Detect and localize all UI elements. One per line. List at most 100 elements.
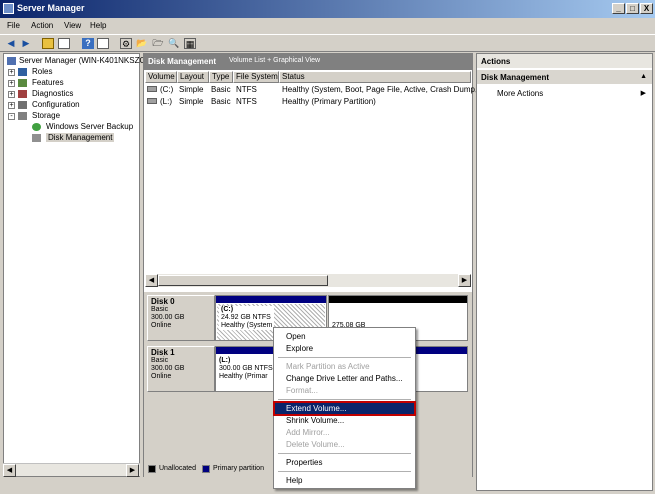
partition-info: (L:) 300.00 GB NTFS Healthy (Primar [219,357,273,381]
tree-root[interactable]: Server Manager (WIN-K401NKSZC [19,56,145,65]
tree-item-diagnostics[interactable]: Diagnostics [32,89,73,98]
tree-item-storage[interactable]: Storage [32,111,60,120]
help-icon[interactable]: ? [82,38,94,49]
actions-pane: Actions Disk Management ▲ More Actions ▶ [476,53,653,491]
file-system-cell: NTFS [236,85,257,94]
menu-item-explore[interactable]: Explore [275,343,414,354]
scroll-left-button[interactable]: ◀ [3,464,16,477]
unallocated-swatch [148,465,156,473]
column-header-layout[interactable]: Layout [177,71,209,83]
partition-status: Healthy (Primar [219,373,268,380]
column-header-status[interactable]: Status [279,71,471,83]
expand-features-button[interactable]: + [8,80,15,87]
volume-cell: (L:) [160,97,172,106]
menu-item-add-mirror: Add Mirror... [286,428,330,437]
storage-icon [18,112,27,120]
menu-action[interactable]: Action [31,21,53,30]
menu-item-mark-active: Mark Partition as Active [286,362,370,371]
menu-item-properties[interactable]: Properties [275,457,414,468]
scroll-right-button[interactable]: ▶ [458,274,471,287]
table-row[interactable]: (C:) Simple Basic NTFS Healthy (System, … [144,84,477,95]
expand-configuration-button[interactable]: + [8,102,15,109]
unallocated-bar [329,296,467,303]
partition-info: (C:) 24.92 GB NTFS Healthy (System [219,306,275,330]
minimize-button[interactable]: _ [612,3,625,14]
properties-icon[interactable] [97,38,109,49]
partition-name: (C:) [221,306,234,313]
disk-state: Online [151,373,172,380]
configuration-icon [18,101,27,109]
disk-1-label[interactable]: Disk 1 Basic 300.00 GB Online [147,346,215,392]
features-icon [18,79,27,87]
disk-0-label[interactable]: Disk 0 Basic 300.00 GB Online [147,295,215,341]
expand-roles-button[interactable]: + [8,69,15,76]
up-folder-icon[interactable] [42,38,54,49]
diagnostics-icon [18,90,27,98]
status-cell: Healthy (System, Boot, Page File, Active… [282,85,478,94]
close-button[interactable]: X [640,3,653,14]
column-header-volume[interactable]: Volume [145,71,177,83]
partition-size: 24.92 GB NTFS [221,314,271,321]
layout-cell: Simple [179,97,204,106]
volume-list-scrollbar[interactable]: ◀ ▶ [145,274,471,287]
menu-help[interactable]: Help [90,21,106,30]
back-arrow-icon[interactable]: ◀ [5,38,17,49]
tree-item-configuration[interactable]: Configuration [32,100,80,109]
type-cell: Basic [211,85,231,94]
expand-diagnostics-button[interactable]: + [8,91,15,98]
disk-type: Basic [151,306,169,313]
menu-item-extend-volume[interactable]: Extend Volume... [273,401,416,416]
volume-cell: (C:) [160,85,174,94]
partition-status: Healthy (System [221,322,273,329]
menu-item-delete-volume: Delete Volume... [286,440,345,449]
file-system-cell: NTFS [236,97,257,106]
menu-item-help[interactable]: Help [275,475,414,486]
server-icon [7,57,16,65]
column-header-file-system[interactable]: File System [233,71,279,83]
show-hide-tree-icon[interactable] [58,38,70,49]
navigation-tree: Server Manager (WIN-K401NKSZC + Roles + … [3,53,145,477]
column-header-type[interactable]: Type [209,71,233,83]
scroll-left-button[interactable]: ◀ [145,274,158,287]
disk-state: Online [151,322,172,329]
disk-name: Disk 1 [151,348,175,357]
menu-item-change-drive-letter[interactable]: Change Drive Letter and Paths... [275,373,414,384]
refresh-icon[interactable]: ▦ [184,38,196,49]
partition-size: 300.00 GB NTFS [219,365,273,372]
status-cell: Healthy (Primary Partition) [282,97,376,106]
menu-file[interactable]: File [7,21,20,30]
open-folder-icon[interactable]: 📂 [136,38,148,49]
collapse-arrow-icon[interactable]: ▲ [640,73,647,80]
forward-arrow-icon[interactable]: ▶ [20,38,32,49]
disk-management-icon [32,134,41,142]
menu-separator [278,453,411,454]
partition-name: (L:) [219,357,231,364]
magnifier-icon[interactable]: 🔍 [168,38,180,49]
scroll-thumb[interactable] [158,275,328,286]
tree-item-features[interactable]: Features [32,78,64,87]
title-bar: Server Manager _ □ X [0,0,655,18]
layout-cell: Simple [179,85,204,94]
scroll-right-button[interactable]: ▶ [126,464,139,477]
settings-icon[interactable]: ⚙ [120,38,132,49]
menu-view[interactable]: View [64,21,81,30]
collapse-storage-button[interactable]: - [8,113,15,120]
primary-partition-swatch [202,465,210,473]
table-row[interactable]: (L:) Simple Basic NTFS Healthy (Primary … [144,96,472,107]
menu-item-open[interactable]: Open [275,331,414,342]
menu-separator [278,357,411,358]
menu-item-format: Format... [286,386,319,395]
export-icon[interactable]: 🗁 [152,38,164,49]
tree-item-disk-management[interactable]: Disk Management [46,133,115,142]
tree-item-windows-server-backup[interactable]: Windows Server Backup [46,122,133,131]
pane-title: Disk Management [148,57,217,66]
maximize-button[interactable]: □ [626,3,639,14]
backup-icon [32,123,41,131]
tree-horizontal-scrollbar[interactable]: ◀ ▶ [3,463,140,477]
menu-item-shrink-volume[interactable]: Shrink Volume... [275,415,414,426]
more-actions-link[interactable]: More Actions [497,89,543,98]
submenu-arrow-icon: ▶ [640,90,646,97]
tree-item-roles[interactable]: Roles [32,67,52,76]
menu-bar: File Action View Help [0,18,655,34]
actions-section-disk-management[interactable]: Disk Management ▲ [477,70,652,84]
